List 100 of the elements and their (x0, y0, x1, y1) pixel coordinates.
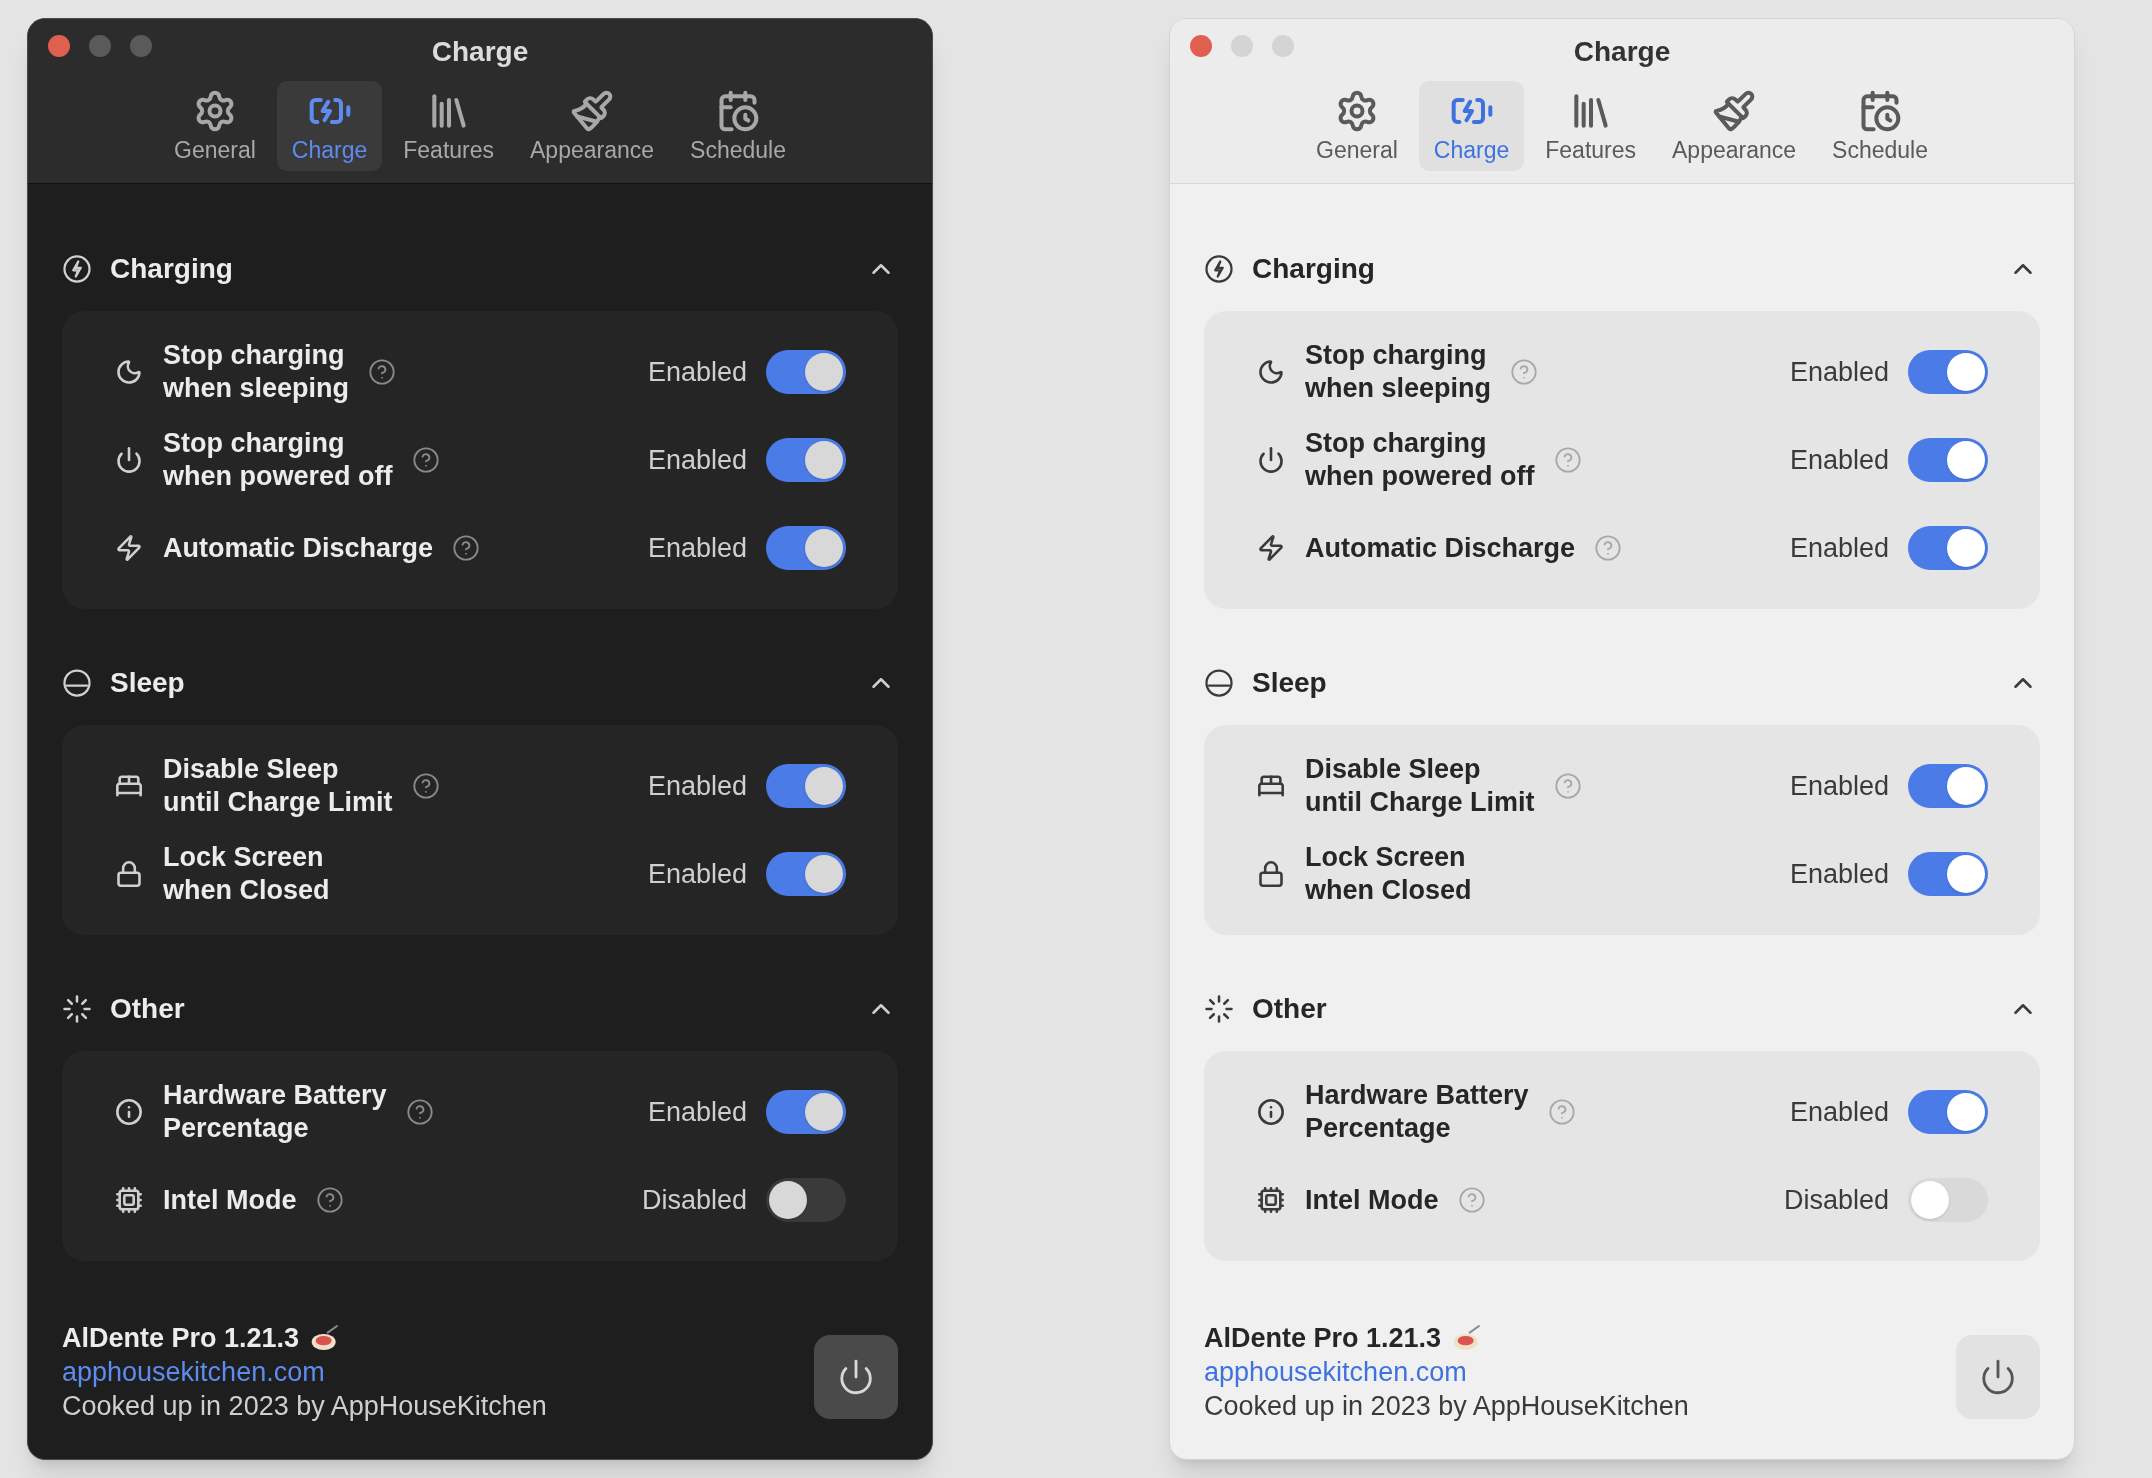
sleep-circle-icon (62, 668, 92, 698)
setting-label: Intel Mode (163, 1183, 297, 1217)
status-label: Enabled (647, 1095, 747, 1129)
status-label: Enabled (1789, 355, 1889, 389)
section-title: Other (1252, 992, 1327, 1026)
toolbar-tab[interactable]: General (159, 81, 271, 171)
toggle-switch[interactable] (766, 764, 846, 808)
status-label: Disabled (641, 1183, 747, 1217)
bolt-circle-icon (1204, 254, 1234, 284)
toggle-switch[interactable] (766, 438, 846, 482)
section-title: Charging (1252, 252, 1375, 286)
toolbar-tab[interactable]: Charge (276, 81, 383, 171)
toolbar-tab[interactable]: Appearance (515, 81, 670, 171)
bolt-circle-icon (62, 254, 92, 284)
lightning-icon (115, 534, 143, 562)
section-title: Charging (110, 252, 233, 286)
bed-icon (1257, 772, 1285, 800)
toggle-switch[interactable] (1908, 764, 1988, 808)
status-label: Enabled (647, 769, 747, 803)
toggle-switch[interactable] (766, 526, 846, 570)
power-icon (115, 446, 143, 474)
setting-label: Lock Screen when Closed (1305, 841, 1472, 907)
info-icon (115, 1098, 143, 1126)
bed-icon (115, 772, 143, 800)
window-title: Charge (431, 35, 529, 69)
setting-label: Automatic Discharge (1305, 531, 1576, 565)
app-version: AlDente Pro 1.21.3 (1204, 1322, 1442, 1355)
setting-label: Lock Screen when Closed (163, 841, 330, 907)
website-link[interactable]: apphousekitchen.com (1204, 1355, 1689, 1389)
setting-label: Stop charging when powered off (163, 427, 393, 493)
status-label: Enabled (647, 857, 747, 891)
power-icon (1979, 1358, 2017, 1396)
credit-text: Cooked up in 2023 by AppHouseKitchen (62, 1390, 547, 1423)
help-icon[interactable] (452, 534, 481, 562)
help-icon[interactable] (368, 358, 397, 386)
toggle-switch[interactable] (1908, 438, 1988, 482)
spinner-icon (1204, 994, 1234, 1024)
setting-label: Disable Sleep until Charge Limit (163, 753, 393, 819)
toolbar-tab[interactable]: General (1301, 81, 1413, 171)
info-icon (1257, 1098, 1285, 1126)
app-version: AlDente Pro 1.21.3 (62, 1322, 300, 1355)
lightning-icon (1257, 534, 1285, 562)
status-label: Enabled (1789, 769, 1889, 803)
chip-icon (1257, 1186, 1285, 1214)
toolbar-tab[interactable]: Schedule (1817, 81, 1943, 171)
status-label: Enabled (647, 531, 747, 565)
spinner-icon (62, 994, 92, 1024)
help-icon[interactable] (411, 446, 440, 474)
toggle-switch[interactable] (1908, 852, 1988, 896)
paintbrush-icon (570, 89, 615, 133)
section-title: Sleep (1252, 666, 1327, 700)
paintbrush-icon (1712, 89, 1757, 133)
setting-label: Stop charging when sleeping (163, 339, 350, 405)
window-control-icon[interactable] (1190, 35, 1212, 57)
status-label: Enabled (1789, 1095, 1889, 1129)
lock-icon (115, 860, 143, 888)
status-label: Enabled (1789, 857, 1889, 891)
toolbar-tab[interactable]: Appearance (1657, 81, 1812, 171)
help-icon[interactable] (411, 772, 440, 800)
toggle-switch[interactable] (1908, 526, 1988, 570)
calendar-clock-icon (1858, 89, 1903, 133)
toolbar-tab[interactable]: Charge (1418, 81, 1525, 171)
power-button[interactable] (1956, 1335, 2040, 1419)
toolbar-tab[interactable]: Features (1530, 81, 1652, 171)
toolbar-tab[interactable]: Features (388, 81, 510, 171)
setting-label: Hardware Battery Percentage (1305, 1079, 1529, 1145)
window-title: Charge (1573, 35, 1671, 69)
sleep-circle-icon (1204, 668, 1234, 698)
website-link[interactable]: apphousekitchen.com (62, 1355, 547, 1389)
toggle-switch[interactable] (1908, 1178, 1988, 1222)
power-icon (1257, 446, 1285, 474)
status-label: Enabled (1789, 531, 1889, 565)
calendar-clock-icon (716, 89, 761, 133)
setting-label: Intel Mode (1305, 1183, 1439, 1217)
toggle-switch[interactable] (766, 852, 846, 896)
setting-label: Stop charging when powered off (1305, 427, 1535, 493)
window-control-icon[interactable] (48, 35, 70, 57)
setting-label: Automatic Discharge (163, 531, 434, 565)
help-icon[interactable] (315, 1186, 344, 1214)
status-label: Disabled (1783, 1183, 1889, 1217)
credit-text: Cooked up in 2023 by AppHouseKitchen (1204, 1390, 1689, 1423)
status-label: Enabled (647, 355, 747, 389)
toggle-switch[interactable] (1908, 350, 1988, 394)
moon-icon (1257, 358, 1285, 386)
power-icon (837, 1358, 875, 1396)
section-title: Sleep (110, 666, 185, 700)
moon-icon (115, 358, 143, 386)
help-icon[interactable] (405, 1098, 434, 1126)
setting-label: Stop charging when sleeping (1305, 339, 1492, 405)
setting-label: Disable Sleep until Charge Limit (1305, 753, 1535, 819)
toggle-switch[interactable] (1908, 1090, 1988, 1134)
power-button[interactable] (814, 1335, 898, 1419)
lock-icon (1257, 860, 1285, 888)
setting-label: Hardware Battery Percentage (163, 1079, 387, 1145)
toggle-switch[interactable] (766, 1178, 846, 1222)
toggle-switch[interactable] (766, 350, 846, 394)
toggle-switch[interactable] (766, 1090, 846, 1134)
toolbar-tab[interactable]: Schedule (675, 81, 801, 171)
section-title: Other (110, 992, 185, 1026)
status-label: Enabled (1789, 443, 1889, 477)
